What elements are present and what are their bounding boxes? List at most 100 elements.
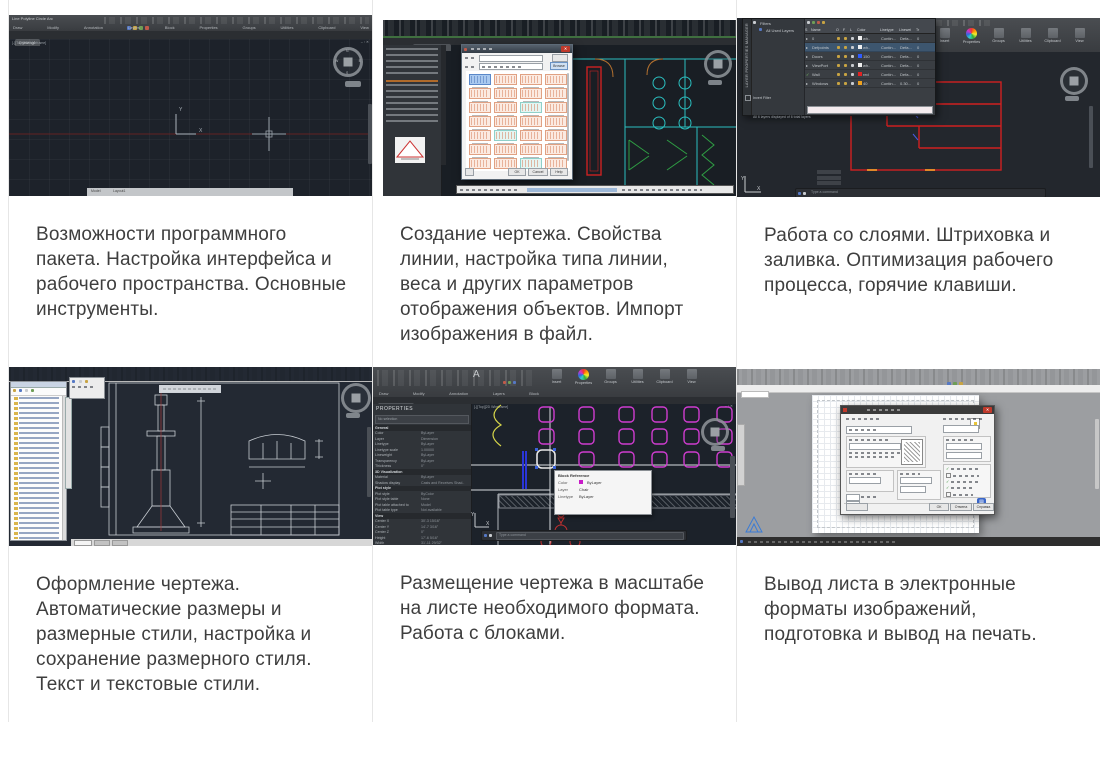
lesson-thumbnail-1[interactable]: Line Polyline Circle Arc DrawModifyAnnot…: [9, 15, 372, 196]
ok-button[interactable]: OK: [508, 168, 526, 176]
utilities-button[interactable]: Utilities: [626, 369, 649, 385]
property-row[interactable]: Center Y14'-7 3/16": [373, 524, 471, 530]
block-thumbnail[interactable]: [494, 144, 516, 155]
insert-button[interactable]: Insert: [933, 28, 956, 44]
layer-search-field[interactable]: [807, 106, 933, 114]
layout-tab-1[interactable]: [94, 540, 110, 546]
go-button[interactable]: [552, 54, 568, 62]
ok-button[interactable]: ОК: [929, 503, 949, 511]
layer-row[interactable]: ✓ Wall red Contin... Defa... 0: [805, 70, 935, 79]
command-line[interactable]: [456, 185, 734, 194]
clipboard-button[interactable]: Clipboard: [653, 369, 676, 385]
browse-button[interactable]: Browse: [550, 62, 568, 70]
layout-tab-strip[interactable]: [71, 539, 372, 546]
properties-button[interactable]: Properties: [572, 369, 595, 385]
help-button[interactable]: Справка: [973, 503, 994, 511]
groups-button[interactable]: Groups: [599, 369, 622, 385]
block-thumbnail[interactable]: [545, 88, 567, 99]
block-thumbnail[interactable]: [545, 144, 567, 155]
cancel-button[interactable]: Cancel: [528, 168, 548, 176]
course-module-card-3[interactable]: Insert Properties Groups Utilities Clipb…: [737, 0, 1100, 353]
course-module-card-4[interactable]: Оформление чертежа. Автоматические разме…: [9, 353, 373, 722]
lesson-thumbnail-6[interactable]: ✕: [737, 369, 1100, 546]
block-thumbnail[interactable]: [494, 88, 516, 99]
navbar-pill[interactable]: [708, 80, 722, 85]
course-module-card-2[interactable]: ✕ Browse OK Cancel Help: [373, 0, 737, 353]
search-input[interactable]: [479, 55, 543, 62]
object-tree[interactable]: [11, 396, 66, 540]
property-row[interactable]: Height17'-6 5/16": [373, 535, 471, 541]
all-used-layers[interactable]: All Used Layers: [766, 28, 794, 33]
view-button[interactable]: View: [1068, 28, 1091, 44]
command-prompt[interactable]: Type a command: [811, 191, 838, 195]
layer-table[interactable]: SNameOFLColorLinetypeLineweiTr ▸ 0 wh.. …: [805, 19, 935, 115]
course-module-card-6[interactable]: ✕: [737, 353, 1100, 722]
insert-button[interactable]: Insert: [545, 369, 568, 385]
viewcube[interactable]: [701, 418, 729, 446]
plot-dialog[interactable]: ✕: [840, 405, 995, 515]
drawing-file-combo[interactable]: [479, 63, 543, 70]
block-thumbnail[interactable]: [469, 116, 491, 127]
dialog-title-bar[interactable]: ✕: [462, 45, 572, 53]
floating-toolbox[interactable]: [69, 377, 105, 399]
viewcube[interactable]: [341, 383, 371, 413]
property-row[interactable]: Plot table typeNot available: [373, 508, 471, 514]
left-palette[interactable]: [383, 45, 442, 196]
viewcube[interactable]: [1060, 67, 1088, 95]
block-thumbnail[interactable]: [469, 74, 491, 85]
tree-palette[interactable]: [10, 381, 67, 541]
block-thumbnail[interactable]: [520, 102, 542, 113]
block-thumbnail[interactable]: [520, 74, 542, 85]
property-row[interactable]: Center Z0": [373, 530, 471, 536]
property-row[interactable]: Plot style tableNone: [373, 497, 471, 503]
property-row[interactable]: Width31'-11 29/32": [373, 541, 471, 546]
block-thumbnail[interactable]: [494, 130, 516, 141]
right-scrollbar[interactable]: [367, 427, 371, 497]
navbar-pill[interactable]: [1065, 96, 1079, 101]
utilities-button[interactable]: Utilities: [1014, 28, 1037, 44]
invert-filter[interactable]: Invert Filter: [745, 95, 771, 101]
dialog-close-button[interactable]: ✕: [561, 46, 570, 52]
preview-button[interactable]: [846, 503, 868, 511]
property-row[interactable]: Center X30'-3 15/16": [373, 519, 471, 525]
command-line[interactable]: [737, 537, 1100, 546]
property-row[interactable]: Linetype scale1.00000: [373, 447, 471, 453]
navbar-pill[interactable]: [711, 446, 725, 451]
block-thumbnail[interactable]: [469, 102, 491, 113]
property-row[interactable]: MaterialByLayer: [373, 475, 471, 481]
drawing-area[interactable]: [-][Top][2D Wireframe] ‒ ▫ ✕: [471, 404, 736, 545]
layer-row[interactable]: ▸ Windows 40 Contin... 0.30... 0: [805, 79, 935, 88]
block-thumbnail[interactable]: [545, 116, 567, 127]
selection-combo[interactable]: No selection: [375, 415, 469, 424]
block-thumbnail[interactable]: [494, 102, 516, 113]
layout-tab-2[interactable]: [112, 540, 128, 546]
command-line[interactable]: Type a command: [481, 530, 687, 541]
printer-name-combo[interactable]: [846, 426, 912, 434]
style-table-combo[interactable]: [943, 425, 979, 433]
clipboard-button[interactable]: Clipboard: [1041, 28, 1064, 44]
lesson-thumbnail-3[interactable]: Insert Properties Groups Utilities Clipb…: [737, 18, 1100, 197]
model-tab[interactable]: [74, 540, 92, 546]
viewcube[interactable]: [704, 50, 732, 78]
block-thumbnail[interactable]: [469, 130, 491, 141]
property-row[interactable]: ColorByLayer: [373, 431, 471, 437]
command-prompt[interactable]: Type a command: [499, 534, 526, 538]
drawing-area[interactable]: [-][Top][2D Wireframe] ‒ ▫ ✕ Y X N W E S: [9, 39, 372, 196]
properties-button[interactable]: Properties: [960, 28, 983, 44]
lesson-thumbnail-5[interactable]: A Insert Properties Groups Utilities Cli…: [373, 367, 736, 545]
property-row[interactable]: TransparencyByLayer: [373, 458, 471, 464]
dialog-title-bar[interactable]: ✕: [841, 406, 994, 414]
dialog-scrollbar[interactable]: [567, 73, 569, 161]
block-thumbnail[interactable]: [469, 88, 491, 99]
property-row[interactable]: Thickness0": [373, 464, 471, 470]
block-thumbnail[interactable]: [469, 144, 491, 155]
tools-button[interactable]: [465, 168, 474, 176]
cancel-button[interactable]: Отмена: [950, 503, 972, 511]
block-thumbnail[interactable]: [494, 116, 516, 127]
model-tab[interactable]: Model: [91, 190, 101, 194]
properties-palette[interactable]: PROPERTIES No selection General ColorByL…: [373, 404, 472, 545]
layer-row[interactable]: ▸ Defpoints wh.. Contin... Defa... 0: [805, 43, 935, 52]
block-thumbnail[interactable]: [520, 88, 542, 99]
block-thumbnail[interactable]: [520, 116, 542, 127]
property-row[interactable]: Plot table attached toModel: [373, 502, 471, 508]
